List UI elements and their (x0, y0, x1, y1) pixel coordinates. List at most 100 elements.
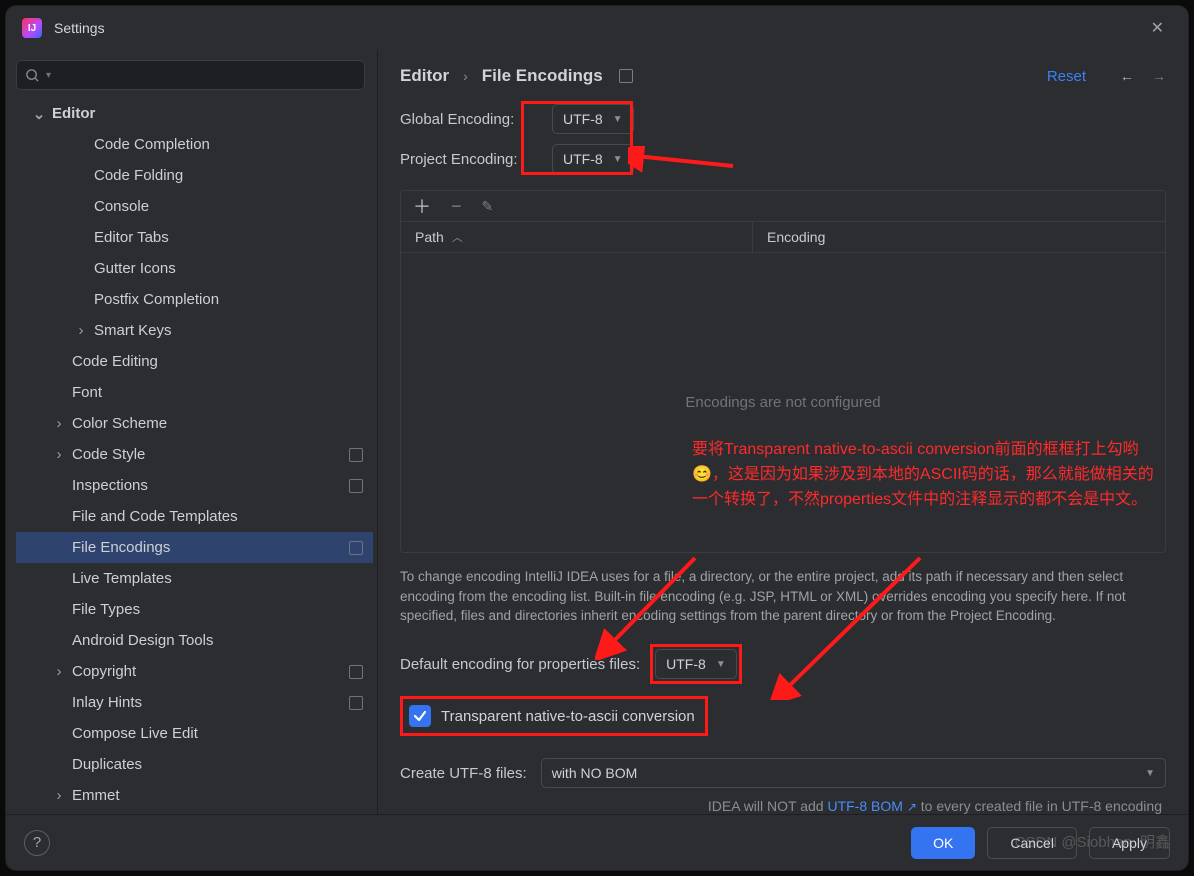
project-encoding-select[interactable]: UTF-8 ▼ (552, 144, 634, 174)
chevron-right-icon: › (52, 665, 66, 679)
nav-forward-icon: → (1152, 68, 1166, 84)
sidebar-item-code-completion[interactable]: Code Completion (16, 129, 373, 160)
encodings-table: ＋ − ✎ Path ︿ Encoding Encodings are not … (400, 190, 1166, 553)
breadcrumb-leaf: File Encodings (482, 66, 603, 86)
sidebar-item-postfix-completion[interactable]: Postfix Completion (16, 284, 373, 315)
properties-encoding-select[interactable]: UTF-8 ▼ (655, 649, 737, 679)
scope-icon (349, 541, 363, 555)
sidebar-item-label: Duplicates (72, 756, 142, 773)
sidebar-item-compose-live-edit[interactable]: Compose Live Edit (16, 718, 373, 749)
sidebar-item-label: Android Design Tools (72, 632, 213, 649)
create-utf8-label: Create UTF-8 files: (400, 765, 527, 782)
sidebar-item-editor-tabs[interactable]: Editor Tabs (16, 222, 373, 253)
help-text: To change encoding IntelliJ IDEA uses fo… (400, 567, 1166, 626)
sidebar-item-label: Code Completion (94, 136, 210, 153)
utf8-bom-link[interactable]: UTF-8 BOM (827, 798, 902, 814)
external-link-icon: ↗ (907, 800, 917, 814)
breadcrumb-sep: › (463, 68, 468, 84)
sidebar-item-copyright[interactable]: ›Copyright (16, 656, 373, 687)
transparent-ascii-checkbox[interactable] (409, 705, 431, 727)
reset-button[interactable]: Reset (1047, 68, 1086, 85)
sidebar-item-inlay-hints[interactable]: Inlay Hints (16, 687, 373, 718)
create-utf8-select[interactable]: with NO BOM ▼ (541, 758, 1166, 788)
sidebar-item-file-encodings[interactable]: File Encodings (16, 532, 373, 563)
global-encoding-select[interactable]: UTF-8 ▼ (552, 104, 634, 134)
sidebar-item-label: File and Code Templates (72, 508, 238, 525)
sidebar-item-label: File Encodings (72, 539, 170, 556)
sidebar-item-label: Compose Live Edit (72, 725, 198, 742)
sidebar-item-label: Code Editing (72, 353, 158, 370)
sidebar-item-label: Emmet (72, 787, 120, 804)
ok-button[interactable]: OK (911, 827, 975, 859)
sidebar-item-code-folding[interactable]: Code Folding (16, 160, 373, 191)
sidebar-item-label: Color Scheme (72, 415, 167, 432)
main-panel: Editor › File Encodings Reset ← → Global… (378, 50, 1188, 814)
column-path[interactable]: Path ︿ (401, 222, 753, 252)
chevron-down-icon: ▾ (46, 70, 51, 81)
global-encoding-label: Global Encoding: (400, 111, 540, 128)
properties-encoding-label: Default encoding for properties files: (400, 656, 640, 673)
sidebar-item-label: Editor Tabs (94, 229, 169, 246)
bom-note: IDEA will NOT add UTF-8 BOM ↗ to every c… (400, 798, 1166, 814)
sidebar: ▾ ⌄ Editor Code Completion Code Folding Cons… (6, 50, 378, 814)
scope-icon (349, 665, 363, 679)
chevron-right-icon: › (52, 417, 66, 431)
chevron-down-icon: ⌄ (32, 107, 46, 121)
chevron-right-icon: › (52, 448, 66, 462)
sidebar-item-label: File Types (72, 601, 140, 618)
close-icon[interactable]: ✕ (1143, 14, 1172, 42)
chevron-down-icon: ▼ (613, 154, 623, 165)
chevron-right-icon: › (52, 789, 66, 803)
app-icon: IJ (22, 18, 42, 38)
sidebar-item-code-style[interactable]: › Code Style (16, 439, 373, 470)
sidebar-item-editor[interactable]: ⌄ Editor (16, 98, 373, 129)
table-empty-text: Encodings are not configured (401, 253, 1165, 552)
sidebar-item-inspections[interactable]: Inspections (16, 470, 373, 501)
scope-icon (619, 69, 633, 83)
sidebar-item-duplicates[interactable]: Duplicates (16, 749, 373, 780)
sidebar-item-smart-keys[interactable]: › Smart Keys (16, 315, 373, 346)
sidebar-item-color-scheme[interactable]: › Color Scheme (16, 408, 373, 439)
sidebar-item-label: Code Folding (94, 167, 183, 184)
nav-back-icon[interactable]: ← (1120, 68, 1134, 84)
scope-icon (349, 696, 363, 710)
sidebar-item-file-types[interactable]: File Types (16, 594, 373, 625)
remove-icon: − (451, 196, 462, 217)
sidebar-item-file-and-code-templates[interactable]: File and Code Templates (16, 501, 373, 532)
sidebar-item-live-templates[interactable]: Live Templates (16, 563, 373, 594)
sidebar-item-label: Editor (52, 105, 95, 122)
sidebar-item-gutter-icons[interactable]: Gutter Icons (16, 253, 373, 284)
breadcrumb-root: Editor (400, 66, 449, 86)
scope-icon (349, 448, 363, 462)
sidebar-item-label: Live Templates (72, 570, 172, 587)
apply-button[interactable]: Apply (1089, 827, 1170, 859)
sidebar-item-android-design-tools[interactable]: Android Design Tools (16, 625, 373, 656)
sidebar-item-console[interactable]: Console (16, 191, 373, 222)
add-icon[interactable]: ＋ (413, 193, 431, 219)
edit-icon: ✎ (482, 198, 494, 215)
cancel-button[interactable]: Cancel (987, 827, 1077, 859)
sidebar-item-label: Inspections (72, 477, 148, 494)
settings-tree[interactable]: ⌄ Editor Code Completion Code Folding Consol… (16, 98, 373, 814)
sidebar-item-label: Inlay Hints (72, 694, 142, 711)
column-encoding[interactable]: Encoding (753, 229, 1165, 245)
sort-asc-icon: ︿ (452, 229, 463, 245)
sidebar-item-font[interactable]: Font (16, 377, 373, 408)
window-title: Settings (54, 20, 105, 36)
sidebar-item-label: Gutter Icons (94, 260, 176, 277)
sidebar-item-label: Smart Keys (94, 322, 172, 339)
chevron-right-icon: › (74, 324, 88, 338)
chevron-down-icon: ▼ (1145, 768, 1155, 779)
sidebar-item-label: Postfix Completion (94, 291, 219, 308)
sidebar-item-code-editing[interactable]: Code Editing (16, 346, 373, 377)
chevron-down-icon: ▼ (613, 114, 623, 125)
chevron-down-icon: ▼ (716, 659, 726, 670)
dialog-footer: ? OK Cancel Apply (6, 814, 1188, 870)
titlebar: IJ Settings ✕ (6, 6, 1188, 50)
search-input[interactable]: ▾ (16, 60, 365, 90)
sidebar-item-label: Code Style (72, 446, 145, 463)
sidebar-item-emmet[interactable]: › Emmet (16, 780, 373, 811)
transparent-ascii-label: Transparent native-to-ascii conversion (441, 708, 695, 725)
sidebar-item-label: Font (72, 384, 102, 401)
help-button[interactable]: ? (24, 830, 50, 856)
